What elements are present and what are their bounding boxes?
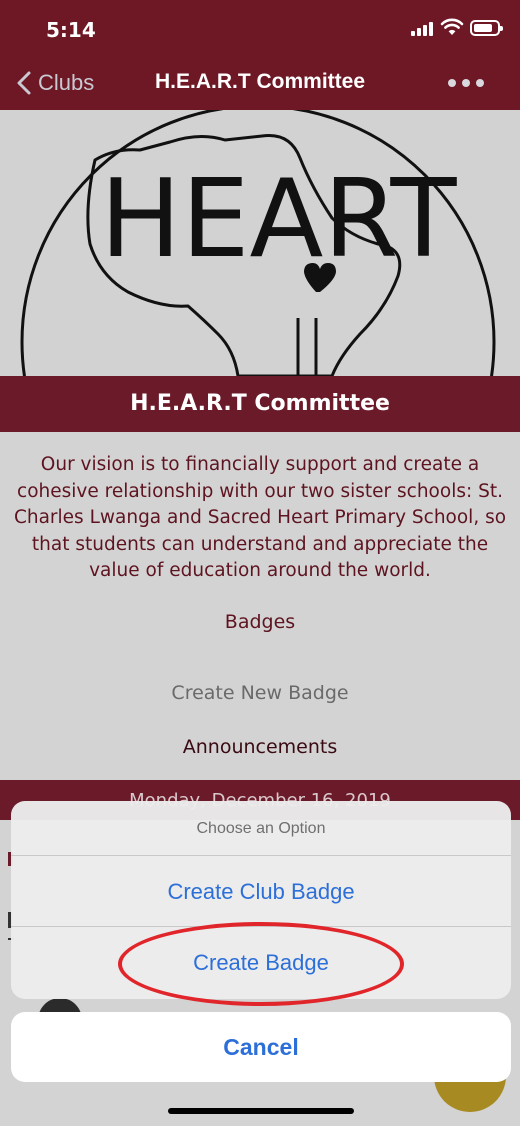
heart-africa-logo: HEART [20, 110, 496, 376]
home-indicator [168, 1108, 354, 1114]
battery-icon [470, 20, 503, 36]
navigation-bar: Clubs H.E.A.R.T Committee [0, 58, 520, 110]
nav-title: H.E.A.R.T Committee [154, 70, 366, 93]
club-title-banner: H.E.A.R.T Committee [0, 376, 520, 432]
logo-text: HEART [100, 157, 458, 282]
cancel-button[interactable]: Cancel [11, 1012, 511, 1082]
action-sheet-title: Choose an Option [11, 801, 511, 856]
more-options-button[interactable] [448, 72, 484, 94]
status-time: 5:14 [46, 18, 96, 42]
highlight-annotation [118, 922, 404, 1006]
status-bar: 5:14 [0, 0, 520, 58]
club-description: Our vision is to financially support and… [13, 454, 507, 581]
dot-icon [448, 79, 456, 87]
wifi-icon [440, 18, 464, 35]
cellular-signal-icon [411, 22, 433, 36]
club-logo-image: HEART [0, 110, 520, 376]
create-club-badge-option[interactable]: Create Club Badge [11, 856, 511, 927]
dot-icon [462, 79, 470, 87]
create-new-badge-link[interactable]: Create New Badge [0, 682, 520, 704]
badges-heading: Badges [224, 611, 296, 633]
announcements-heading: Announcements [182, 736, 338, 758]
dot-icon [476, 79, 484, 87]
